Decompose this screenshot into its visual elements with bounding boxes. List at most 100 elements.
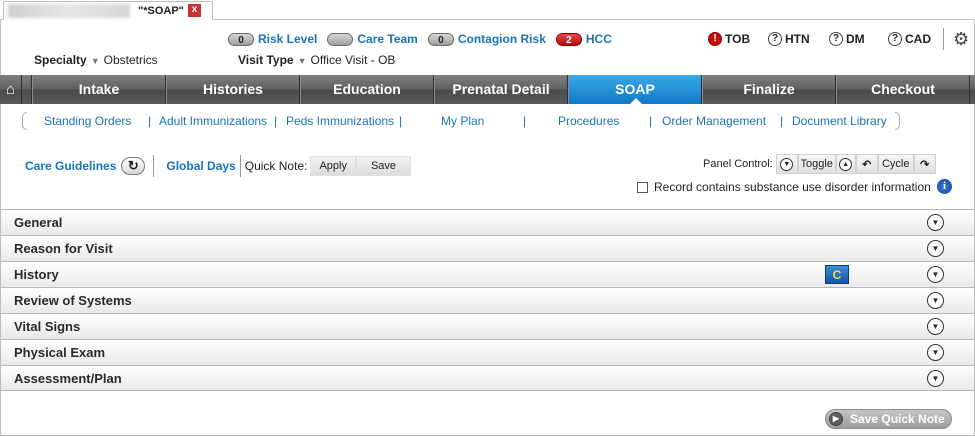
subnav-adult-immunizations[interactable]: Adult Immunizations <box>159 114 267 128</box>
section-general[interactable]: General ▼ <box>1 209 974 235</box>
cycle-button[interactable]: Cycle <box>877 154 914 174</box>
section-label: Review of Systems <box>14 293 132 308</box>
history-import-icon[interactable]: C <box>825 265 849 284</box>
gear-icon[interactable]: ⚙ <box>953 29 969 50</box>
tab-checkout[interactable]: Checkout <box>836 75 970 104</box>
condition-cad[interactable]: ? CAD <box>888 32 931 46</box>
expand-chevron-icon[interactable]: ▼ <box>927 240 944 257</box>
chevron-up-icon: ▲ <box>839 157 853 171</box>
section-vital-signs[interactable]: Vital Signs ▼ <box>1 313 974 339</box>
care-team-link[interactable]: Care Team <box>357 32 417 46</box>
toolbar-divider <box>153 155 155 177</box>
subnav-document-library[interactable]: Document Library <box>792 114 887 128</box>
visit-type-label: Visit Type <box>238 53 294 67</box>
section-label: Reason for Visit <box>14 241 113 256</box>
save-icon: ▶ <box>829 412 843 426</box>
subnav-bracket-right <box>895 112 900 130</box>
subnav-standing-orders[interactable]: Standing Orders <box>44 114 131 128</box>
hcc-count-badge: 2 <box>555 32 582 46</box>
flag-risk-level[interactable]: 0 Risk Level <box>228 32 317 46</box>
subnav-bracket-left <box>22 112 27 130</box>
condition-dm-label: DM <box>846 32 865 46</box>
tab-soap[interactable]: SOAP <box>568 75 702 105</box>
condition-tob[interactable]: ! TOB <box>708 32 750 46</box>
visit-type-value: Office Visit - OB <box>310 53 396 67</box>
condition-tob-label: TOB <box>725 32 751 46</box>
expand-chevron-icon[interactable]: ▼ <box>927 292 944 309</box>
expand-chevron-icon[interactable]: ▼ <box>927 318 944 335</box>
subnav-peds-immunizations[interactable]: Peds Immunizations <box>286 114 394 128</box>
section-label: History <box>14 267 59 282</box>
tab-histories[interactable]: Histories <box>166 75 300 104</box>
refresh-icon[interactable]: ↻ <box>121 157 146 175</box>
section-history[interactable]: History C ▼ <box>1 261 974 287</box>
expand-chevron-icon[interactable]: ▼ <box>927 370 944 387</box>
tab-education[interactable]: Education <box>300 75 434 104</box>
subnav-my-plan[interactable]: My Plan <box>441 114 484 128</box>
patient-flags: 0 Risk Level Care Team 0 Contagion Risk … <box>228 32 612 46</box>
workflow-nav: ⌂ Intake Histories Education Prenatal De… <box>0 75 975 105</box>
subnav-separator: | <box>649 114 653 128</box>
chevron-down-icon: ▼ <box>90 56 100 66</box>
subnav-separator: | <box>148 114 152 128</box>
save-button[interactable]: Save <box>355 156 412 176</box>
section-label: Assessment/Plan <box>14 371 122 386</box>
tab-finalize[interactable]: Finalize <box>702 75 836 104</box>
section-review-of-systems[interactable]: Review of Systems ▼ <box>1 287 974 313</box>
cycle-back-icon[interactable]: ↶ <box>855 154 878 174</box>
expand-chevron-icon[interactable]: ▼ <box>927 344 944 361</box>
document-tab[interactable]: "*SOAP" x <box>3 1 213 20</box>
subnav-separator: | <box>523 114 527 128</box>
specialty-selector[interactable]: Specialty ▼ Obstetrics <box>34 53 158 67</box>
window-tab-strip: "*SOAP" x <box>0 0 975 20</box>
section-reason-for-visit[interactable]: Reason for Visit ▼ <box>1 235 974 261</box>
expand-chevron-icon[interactable]: ▼ <box>927 214 944 231</box>
collapse-all-button[interactable]: ▲ <box>835 154 856 174</box>
expand-all-button[interactable]: ▼ <box>775 154 798 174</box>
subnav-separator: | <box>274 114 278 128</box>
redacted-patient-name <box>8 4 130 18</box>
close-tab-icon[interactable]: x <box>188 4 201 17</box>
chevron-down-icon: ▼ <box>297 56 307 66</box>
cycle-forward-icon[interactable]: ↷ <box>913 154 936 174</box>
toggle-button[interactable]: Toggle <box>797 154 836 174</box>
hcc-link[interactable]: HCC <box>586 32 612 46</box>
section-label: General <box>14 215 63 230</box>
condition-dm[interactable]: ? DM <box>829 32 865 46</box>
substance-use-checkbox[interactable] <box>637 181 648 193</box>
soap-subnav: Standing Orders | Adult Immunizations | … <box>22 111 902 131</box>
subnav-separator: | <box>780 114 784 128</box>
subnav-order-management[interactable]: Order Management <box>662 114 766 128</box>
substance-use-flag[interactable]: Record contains substance use disorder i… <box>637 180 931 194</box>
care-team-badge <box>327 32 354 46</box>
condition-htn-label: HTN <box>785 32 810 46</box>
section-physical-exam[interactable]: Physical Exam ▼ <box>1 339 974 365</box>
flag-contagion-risk[interactable]: 0 Contagion Risk <box>427 32 546 46</box>
risk-level-link[interactable]: Risk Level <box>258 32 317 46</box>
header-divider <box>943 28 944 50</box>
question-icon: ? <box>888 32 902 46</box>
visit-type-selector[interactable]: Visit Type ▼ Office Visit - OB <box>238 53 395 67</box>
save-quick-note-button[interactable]: ▶ Save Quick Note <box>825 409 952 429</box>
chevron-down-icon: ▼ <box>780 157 794 171</box>
contagion-risk-link[interactable]: Contagion Risk <box>458 32 546 46</box>
tab-intake[interactable]: Intake <box>32 75 166 104</box>
tab-prenatal-detail[interactable]: Prenatal Detail <box>434 75 568 104</box>
global-days-link[interactable]: Global Days <box>166 159 235 173</box>
soap-toolbar: Care Guidelines ↻ Global Days Quick Note… <box>25 155 412 177</box>
condition-cad-label: CAD <box>905 32 931 46</box>
home-icon[interactable]: ⌂ <box>0 75 22 104</box>
expand-chevron-icon[interactable]: ▼ <box>927 266 944 283</box>
flag-care-team[interactable]: Care Team <box>327 32 418 46</box>
subnav-procedures[interactable]: Procedures <box>558 114 619 128</box>
section-assessment-plan[interactable]: Assessment/Plan ▼ <box>1 365 974 391</box>
care-guidelines-link[interactable]: Care Guidelines <box>25 159 116 173</box>
section-label: Vital Signs <box>14 319 81 334</box>
apply-button[interactable]: Apply <box>310 156 356 176</box>
flag-hcc[interactable]: 2 HCC <box>555 32 612 46</box>
specialty-value: Obstetrics <box>103 53 158 67</box>
condition-htn[interactable]: ? HTN <box>768 32 810 46</box>
info-icon[interactable]: i <box>937 179 952 194</box>
substance-use-label: Record contains substance use disorder i… <box>654 180 931 194</box>
alert-icon: ! <box>708 32 722 46</box>
